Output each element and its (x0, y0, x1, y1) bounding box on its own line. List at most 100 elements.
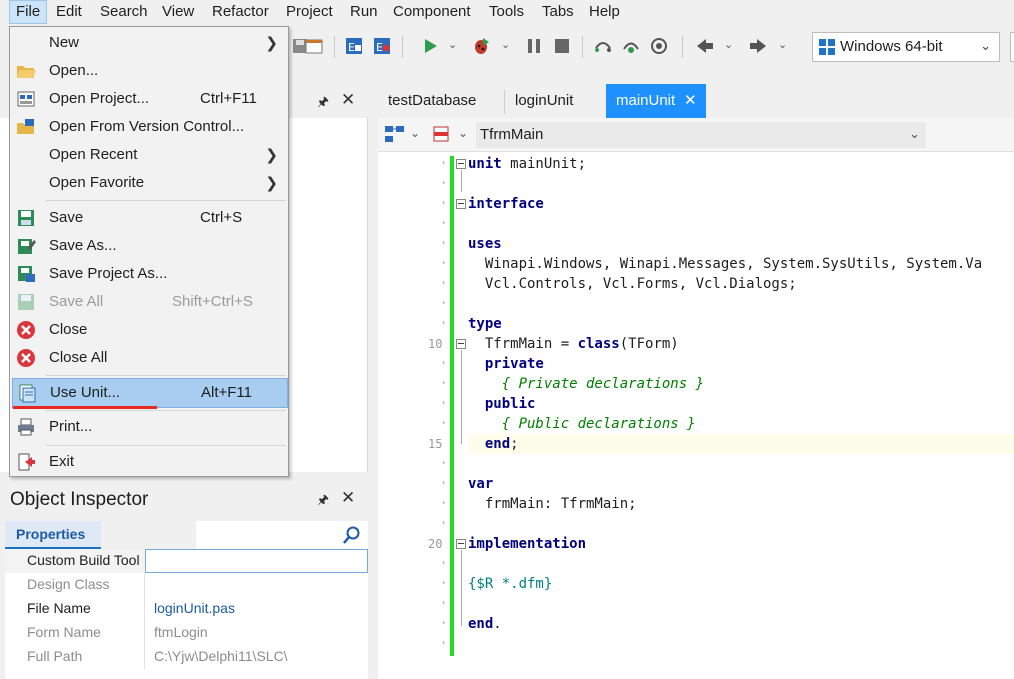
tab-properties[interactable]: Properties (5, 521, 101, 549)
toolbar-separator (582, 36, 583, 58)
menu-item-open-favorite[interactable]: Open Favorite ❯ (12, 169, 288, 197)
trace-into-icon[interactable] (621, 36, 641, 56)
menu-search[interactable]: Search (94, 0, 154, 24)
close-icon[interactable]: ✕ (341, 90, 355, 110)
fold-toggle-icon[interactable] (456, 539, 466, 549)
run-icon[interactable] (420, 36, 440, 56)
property-search[interactable] (196, 521, 368, 549)
chevron-down-icon[interactable]: ⌄ (448, 38, 457, 51)
tab-mainunit[interactable]: mainUnit ✕ (606, 84, 706, 118)
exit-icon (18, 453, 35, 471)
menu-edit[interactable]: Edit (50, 0, 88, 24)
svg-text:E: E (348, 41, 355, 54)
fold-toggle-icon[interactable] (456, 159, 466, 169)
fold-toggle-icon[interactable] (456, 199, 466, 209)
modified-lines-bar (450, 156, 454, 656)
line-number: 15 (428, 437, 443, 451)
chevron-down-icon[interactable]: ⌄ (501, 38, 510, 51)
property-name: Full Path (27, 648, 83, 664)
chevron-down-icon[interactable]: ⌄ (458, 126, 468, 140)
editor-gutter: · · · · · · · · · 10 · · · · 15 · · · · … (378, 152, 452, 679)
tab-testdatabase[interactable]: testDatabase (378, 84, 504, 118)
remove-from-project-icon[interactable]: E (372, 36, 392, 56)
property-row[interactable]: Full Path C:\Yjw\Delphi11\SLC\ (5, 645, 368, 669)
property-grid: Custom Build Tool Design Class File Name… (5, 549, 368, 679)
menu-item-save-all[interactable]: Save All Shift+Ctrl+S (12, 288, 288, 316)
menu-tools[interactable]: Tools (483, 0, 530, 24)
save-all-icon (18, 294, 34, 310)
menu-separator (46, 445, 286, 446)
menu-item-save[interactable]: Save Ctrl+S (12, 204, 288, 232)
class-selector[interactable]: TfrmMain ⌄ (476, 122, 926, 148)
menu-view[interactable]: View (156, 0, 200, 24)
tab-loginunit[interactable]: loginUnit (505, 84, 605, 118)
code-line: private (484, 356, 544, 372)
code-line: public (484, 396, 536, 412)
class-navigator-icon[interactable] (384, 124, 406, 144)
property-row[interactable]: Form Name ftmLogin (5, 621, 368, 645)
pin-icon[interactable]: 🖈 (317, 491, 329, 513)
code-line: uses (468, 236, 502, 252)
code-line: { Private declarations } (501, 376, 705, 392)
menu-tabs[interactable]: Tabs (536, 0, 580, 24)
close-tab-icon[interactable]: ✕ (684, 84, 697, 118)
open-project-icon (17, 91, 35, 107)
code-editor[interactable]: · · · · · · · · · 10 · · · · 15 · · · · … (378, 152, 1014, 679)
close-icon[interactable]: ✕ (341, 488, 355, 508)
menu-run[interactable]: Run (344, 0, 384, 24)
add-to-project-icon[interactable]: E (344, 36, 364, 56)
chevron-down-icon[interactable]: ⌄ (778, 38, 787, 51)
property-name: File Name (27, 600, 91, 616)
property-row[interactable]: Custom Build Tool (5, 549, 368, 573)
method-navigator-icon[interactable] (432, 124, 452, 144)
menu-item-print[interactable]: Print... (12, 413, 288, 441)
menu-item-open-from-version-control[interactable]: Open From Version Control... (12, 113, 288, 141)
menu-separator (46, 375, 286, 376)
menu-item-exit[interactable]: Exit (12, 448, 288, 476)
menu-item-save-as[interactable]: Save As... (12, 232, 288, 260)
code-line: { Public declarations } (501, 416, 696, 432)
project-options-icon[interactable] (304, 36, 324, 56)
menu-item-new[interactable]: New ❯ (12, 29, 288, 57)
target-platform-select[interactable]: Windows 64-bit ⌄ (812, 32, 1000, 62)
navigate-forward-icon[interactable] (748, 36, 768, 56)
run-to-cursor-icon[interactable] (649, 36, 669, 56)
menu-item-use-unit[interactable]: Use Unit... Alt+F11 (12, 378, 288, 408)
stop-icon[interactable] (552, 36, 572, 56)
property-row[interactable]: File Name loginUnit.pas (5, 597, 368, 621)
toolbar-separator (334, 36, 335, 58)
menu-item-close[interactable]: Close (12, 316, 288, 344)
menu-file[interactable]: File (9, 0, 48, 24)
pause-icon[interactable] (524, 36, 544, 56)
chevron-down-icon[interactable]: ⌄ (724, 38, 733, 51)
chevron-down-icon[interactable]: ⌄ (410, 126, 420, 140)
debug-bug-icon[interactable] (471, 36, 491, 56)
property-row[interactable]: Design Class (5, 573, 368, 597)
property-value-input[interactable] (145, 549, 368, 573)
pin-icon[interactable]: 🖈 (317, 93, 329, 115)
target-platform-label: Windows 64-bit (840, 38, 943, 55)
navigate-back-icon[interactable] (695, 36, 715, 56)
menu-item-close-all[interactable]: Close All (12, 344, 288, 372)
annotation-underline (13, 406, 157, 409)
code-line: TfrmMain = class(TForm) (468, 336, 679, 352)
code-line: Winapi.Windows, Winapi.Messages, System.… (468, 256, 983, 272)
editor-nav-bar: ⌄ ⌄ TfrmMain ⌄ (378, 118, 1014, 152)
property-value: ftmLogin (154, 624, 208, 640)
toolbar-combo-edge[interactable] (1010, 32, 1014, 62)
menu-component[interactable]: Component (387, 0, 477, 24)
property-value[interactable]: loginUnit.pas (154, 600, 235, 616)
menu-refactor[interactable]: Refactor (206, 0, 275, 24)
search-icon[interactable] (342, 525, 362, 545)
menu-item-open-project[interactable]: Open Project... Ctrl+F11 (12, 85, 288, 113)
step-over-icon[interactable] (593, 36, 613, 56)
menu-help[interactable]: Help (583, 0, 626, 24)
chevron-down-icon: ⌄ (980, 38, 991, 53)
toolbar-separator (402, 36, 403, 58)
menu-item-open-recent[interactable]: Open Recent ❯ (12, 141, 288, 169)
fold-toggle-icon[interactable] (456, 339, 466, 349)
toolbar-separator (682, 36, 683, 58)
menu-project[interactable]: Project (280, 0, 339, 24)
menu-item-open[interactable]: Open... (12, 57, 288, 85)
menu-item-save-project-as[interactable]: Save Project As... (12, 260, 288, 288)
